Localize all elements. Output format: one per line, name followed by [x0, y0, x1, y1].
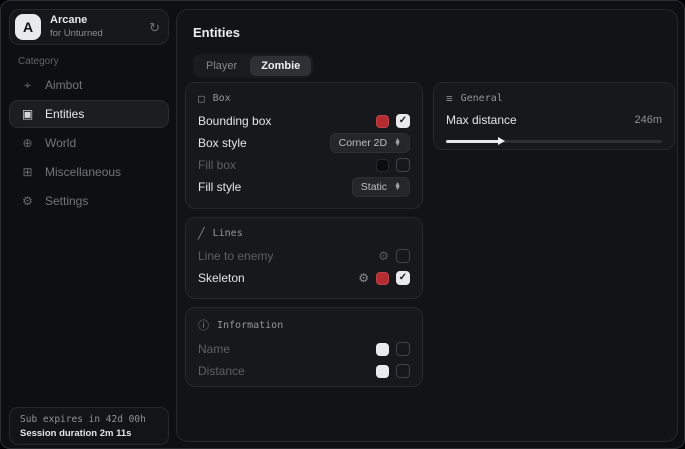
sidebar-item-entities[interactable]: ▣ Entities [9, 100, 169, 128]
slider-fill [446, 140, 500, 143]
general-card: ≡ General Max distance 246m [433, 82, 675, 150]
line-to-enemy-label: Line to enemy [198, 249, 273, 263]
sidebar-nav: ⌖ Aimbot ▣ Entities ⊕ World ⊞ Miscellane… [9, 71, 169, 216]
distance-checkbox[interactable]: ✓ [396, 364, 410, 378]
information-card: ⓘ Information Name ✓ Distance ✓ [185, 307, 423, 387]
subscription-status-card: Sub expires in 42d 00h Session duration … [9, 407, 169, 445]
info-icon: ⓘ [198, 317, 209, 333]
fill-style-value: Static [361, 181, 387, 193]
app-logo: A [15, 14, 41, 40]
gear-icon: ⚙ [20, 194, 35, 208]
sidebar-item-aimbot[interactable]: ⌖ Aimbot [9, 71, 169, 99]
category-label: Category [18, 56, 59, 67]
grid-icon: ⊞ [20, 165, 35, 179]
information-card-title: Information [217, 320, 283, 331]
distance-label: Distance [198, 364, 245, 378]
app-window: A Arcane for Unturned ↻ Category ⌖ Aimbo… [0, 0, 685, 449]
line-to-enemy-checkbox[interactable]: ✓ [396, 249, 410, 263]
name-row: Name ✓ [198, 338, 410, 360]
box-card: □ Box Bounding box ✓ Box style Corner 2D… [185, 82, 423, 209]
session-duration-text: Session duration 2m 11s [20, 428, 158, 439]
line-icon: ╱ [198, 227, 205, 240]
globe-icon: ⊕ [20, 136, 35, 150]
skeleton-checkbox[interactable]: ✓ [396, 271, 410, 285]
name-label: Name [198, 342, 230, 356]
bounding-box-row: Bounding box ✓ [198, 110, 410, 132]
fill-box-checkbox[interactable]: ✓ [396, 158, 410, 172]
sidebar-item-world[interactable]: ⊕ World [9, 129, 169, 157]
app-name: Arcane [50, 15, 149, 26]
entities-icon: ▣ [20, 107, 35, 121]
box-icon: □ [198, 92, 205, 105]
sidebar-item-miscellaneous[interactable]: ⊞ Miscellaneous [9, 158, 169, 186]
slider-track[interactable] [446, 140, 662, 143]
max-distance-label: Max distance [446, 113, 517, 127]
bounding-box-checkbox[interactable]: ✓ [396, 114, 410, 128]
check-icon: ✓ [399, 116, 407, 126]
information-card-header: ⓘ Information [198, 317, 410, 333]
bounding-box-label: Bounding box [198, 114, 271, 128]
main-panel: Entities Player Zombie □ Box Bounding bo… [176, 9, 678, 442]
crosshair-icon: ⌖ [20, 78, 35, 93]
sidebar: A Arcane for Unturned ↻ Category ⌖ Aimbo… [1, 1, 176, 448]
slider-thumb[interactable] [498, 137, 505, 145]
max-distance-value: 246m [634, 114, 662, 126]
box-style-label: Box style [198, 136, 247, 150]
sidebar-item-label: Miscellaneous [45, 165, 121, 179]
sub-expiry-text: Sub expires in 42d 00h [20, 414, 158, 425]
sidebar-item-label: Settings [45, 194, 88, 208]
fill-box-label: Fill box [198, 158, 236, 172]
bounding-box-color-swatch[interactable] [376, 115, 389, 128]
app-header-card: A Arcane for Unturned ↻ [9, 9, 169, 45]
sliders-icon: ≡ [446, 92, 453, 105]
chevron-up-down-icon: ▲▼ [394, 183, 401, 191]
sidebar-item-label: Entities [45, 107, 84, 121]
tab-zombie[interactable]: Zombie [250, 56, 311, 76]
box-style-select[interactable]: Corner 2D ▲▼ [330, 133, 410, 153]
skeleton-row: Skeleton ⚙ ✓ [198, 267, 410, 289]
max-distance-slider[interactable] [446, 137, 662, 146]
refresh-icon[interactable]: ↻ [149, 21, 160, 34]
box-card-title: Box [213, 93, 231, 104]
box-style-value: Corner 2D [339, 137, 387, 149]
app-subtitle: for Unturned [50, 29, 149, 39]
line-to-enemy-row: Line to enemy ⚙ ✓ [198, 245, 410, 267]
skeleton-settings-icon[interactable]: ⚙ [358, 272, 369, 284]
distance-color-swatch[interactable] [376, 365, 389, 378]
chevron-up-down-icon: ▲▼ [394, 139, 401, 147]
skeleton-label: Skeleton [198, 271, 245, 285]
lines-card-header: ╱ Lines [198, 227, 410, 240]
sidebar-item-label: World [45, 136, 76, 150]
name-checkbox[interactable]: ✓ [396, 342, 410, 356]
box-card-header: □ Box [198, 92, 410, 105]
tab-player[interactable]: Player [195, 56, 248, 76]
line-to-enemy-settings-icon[interactable]: ⚙ [378, 250, 389, 262]
box-style-row: Box style Corner 2D ▲▼ [198, 132, 410, 154]
skeleton-color-swatch[interactable] [376, 272, 389, 285]
app-meta: Arcane for Unturned [50, 15, 149, 39]
tab-bar: Player Zombie [193, 54, 313, 78]
fill-style-select[interactable]: Static ▲▼ [352, 177, 410, 197]
check-icon: ✓ [399, 273, 407, 283]
max-distance-row: Max distance 246m [446, 110, 662, 130]
fill-box-row: Fill box ✓ [198, 154, 410, 176]
sidebar-item-label: Aimbot [45, 78, 82, 92]
fill-style-row: Fill style Static ▲▼ [198, 176, 410, 198]
lines-card-title: Lines [213, 228, 243, 239]
name-color-swatch[interactable] [376, 343, 389, 356]
general-card-header: ≡ General [446, 92, 662, 105]
general-card-title: General [461, 93, 503, 104]
page-title: Entities [193, 25, 240, 40]
sidebar-item-settings[interactable]: ⚙ Settings [9, 187, 169, 215]
lines-card: ╱ Lines Line to enemy ⚙ ✓ Skeleton ⚙ ✓ [185, 217, 423, 299]
distance-row: Distance ✓ [198, 360, 410, 382]
fill-box-color-swatch[interactable] [376, 159, 389, 172]
fill-style-label: Fill style [198, 180, 241, 194]
